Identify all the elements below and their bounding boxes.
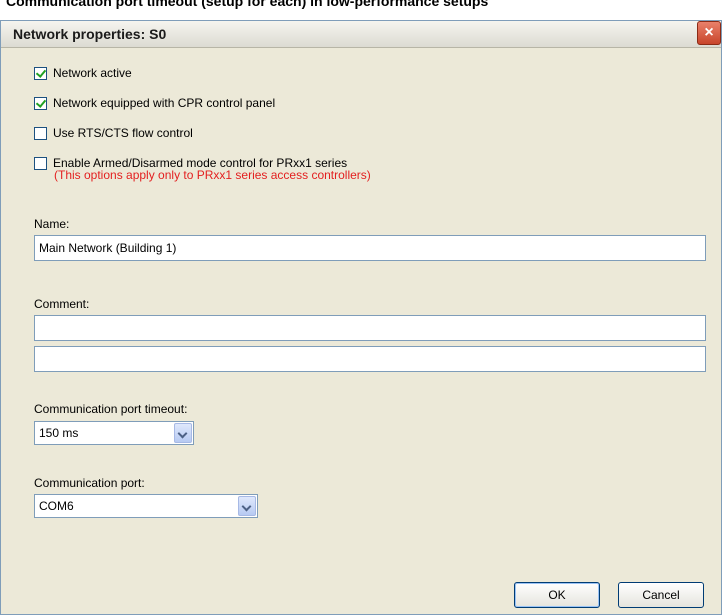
port-label: Communication port:: [34, 476, 145, 490]
timeout-value: 150 ms: [39, 426, 79, 440]
name-field[interactable]: [34, 235, 706, 261]
rts-cts-flow-control-option[interactable]: Use RTS/CTS flow control: [34, 125, 193, 141]
chevron-down-icon[interactable]: [174, 423, 192, 443]
cpr-control-panel-label: Network equipped with CPR control panel: [53, 96, 276, 110]
prxx1-note: (This options apply only to PRxx1 series…: [54, 168, 371, 182]
name-label: Name:: [34, 217, 70, 231]
timeout-select[interactable]: 150 ms: [34, 421, 194, 445]
chevron-down-icon[interactable]: [238, 496, 256, 516]
network-active-checkbox[interactable]: [34, 66, 47, 80]
port-select[interactable]: COM6: [34, 494, 258, 518]
close-icon: ×: [704, 24, 714, 41]
close-button[interactable]: ×: [697, 21, 721, 45]
rts-cts-flow-control-checkbox[interactable]: [34, 126, 47, 140]
network-active-label: Network active: [53, 66, 132, 80]
rts-cts-flow-control-label: Use RTS/CTS flow control: [53, 126, 193, 140]
cpr-control-panel-option[interactable]: Network equipped with CPR control panel: [34, 95, 275, 111]
cancel-button[interactable]: Cancel: [618, 582, 704, 608]
network-active-option[interactable]: Network active: [34, 65, 132, 81]
ok-button[interactable]: OK: [514, 582, 600, 608]
background-heading-text: Communication port timeout (setup for ea…: [6, 0, 489, 9]
comment-field-line2[interactable]: [34, 346, 706, 372]
dialog-titlebar: Network properties: S0 ×: [1, 21, 721, 48]
comment-label: Comment:: [34, 297, 90, 311]
cpr-control-panel-checkbox[interactable]: [34, 96, 47, 110]
armed-disarmed-checkbox[interactable]: [34, 156, 47, 170]
timeout-label: Communication port timeout:: [34, 402, 188, 416]
port-value: COM6: [39, 499, 74, 513]
comment-field-line1[interactable]: [34, 315, 706, 341]
dialog-title: Network properties: S0: [13, 26, 167, 42]
background-page-heading: Communication port timeout (setup for ea…: [0, 0, 722, 20]
